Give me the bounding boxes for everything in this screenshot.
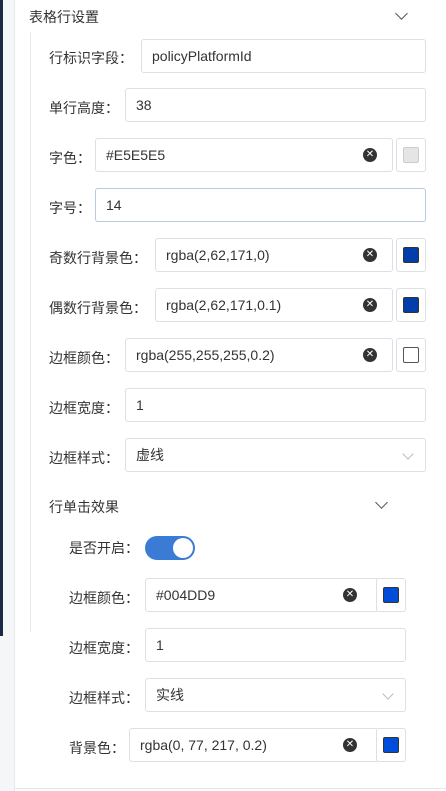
odd-row-bg-input[interactable]: rgba(2,62,171,0): [155, 238, 393, 272]
row-height-label: 单行高度：: [49, 100, 119, 116]
border-width-label: 边框宽度：: [49, 400, 119, 416]
clear-icon[interactable]: ✕: [363, 348, 377, 362]
even-row-bg-label: 偶数行背景色：: [49, 300, 147, 316]
color-swatch: [403, 347, 419, 363]
font-color-picker[interactable]: [396, 138, 426, 172]
color-swatch: [403, 147, 419, 163]
border-color-input[interactable]: rgba(255,255,255,0.2): [125, 338, 393, 372]
even-row-bg-input[interactable]: rgba(2,62,171,0.1): [155, 288, 393, 322]
toggle-knob: [173, 538, 193, 558]
border-style-label: 边框样式：: [49, 450, 119, 466]
section-title: 表格行设置: [29, 9, 99, 25]
border-style-select[interactable]: 虚线: [125, 438, 426, 472]
settings-panel: 表格行设置 行标识字段： policyPlatformId 单行高度： 38 字…: [14, 0, 446, 791]
color-swatch: [383, 737, 399, 753]
clear-icon[interactable]: ✕: [363, 148, 377, 162]
odd-row-bg-label: 奇数行背景色：: [49, 250, 147, 266]
color-swatch: [403, 297, 419, 313]
click-effect-enabled-label: 是否开启：: [69, 540, 139, 556]
clear-icon[interactable]: ✕: [343, 588, 357, 602]
chevron-down-icon[interactable]: [375, 496, 388, 509]
border-width-input[interactable]: 1: [125, 388, 426, 422]
border-color-label: 边框颜色：: [49, 350, 119, 366]
font-size-label: 字号：: [49, 200, 91, 216]
click-effect-toggle[interactable]: [145, 536, 195, 560]
click-border-color-label: 边框颜色：: [69, 590, 139, 606]
clear-icon[interactable]: ✕: [363, 248, 377, 262]
color-swatch: [383, 587, 399, 603]
font-color-input[interactable]: #E5E5E5: [95, 138, 393, 172]
bottom-divider: [15, 788, 446, 789]
left-sidebar-edge: [0, 0, 3, 636]
click-border-width-label: 边框宽度：: [69, 640, 139, 656]
section-divider: [30, 32, 31, 632]
click-border-style-label: 边框样式：: [69, 690, 139, 706]
font-size-input[interactable]: 14: [95, 188, 426, 222]
border-color-picker[interactable]: [396, 338, 426, 372]
row-height-input[interactable]: 38: [125, 88, 426, 122]
section-header[interactable]: 表格行设置: [15, 0, 435, 32]
font-color-label: 字色：: [49, 150, 91, 166]
click-border-color-picker[interactable]: [376, 578, 406, 612]
clear-icon[interactable]: ✕: [343, 738, 357, 752]
click-border-style-select[interactable]: 实线: [145, 678, 406, 712]
clear-icon[interactable]: ✕: [363, 298, 377, 312]
color-swatch: [403, 247, 419, 263]
row-id-field-label: 行标识字段：: [49, 50, 133, 66]
click-bg-color-picker[interactable]: [376, 728, 406, 762]
even-row-bg-picker[interactable]: [396, 288, 426, 322]
click-effect-title: 行单击效果: [49, 499, 119, 515]
odd-row-bg-picker[interactable]: [396, 238, 426, 272]
chevron-down-icon[interactable]: [395, 7, 408, 20]
click-bg-color-input[interactable]: rgba(0, 77, 217, 0.2): [129, 728, 379, 762]
click-bg-color-label: 背景色：: [69, 740, 125, 756]
click-border-width-input[interactable]: 1: [145, 628, 406, 662]
row-id-field-input[interactable]: policyPlatformId: [141, 39, 426, 73]
